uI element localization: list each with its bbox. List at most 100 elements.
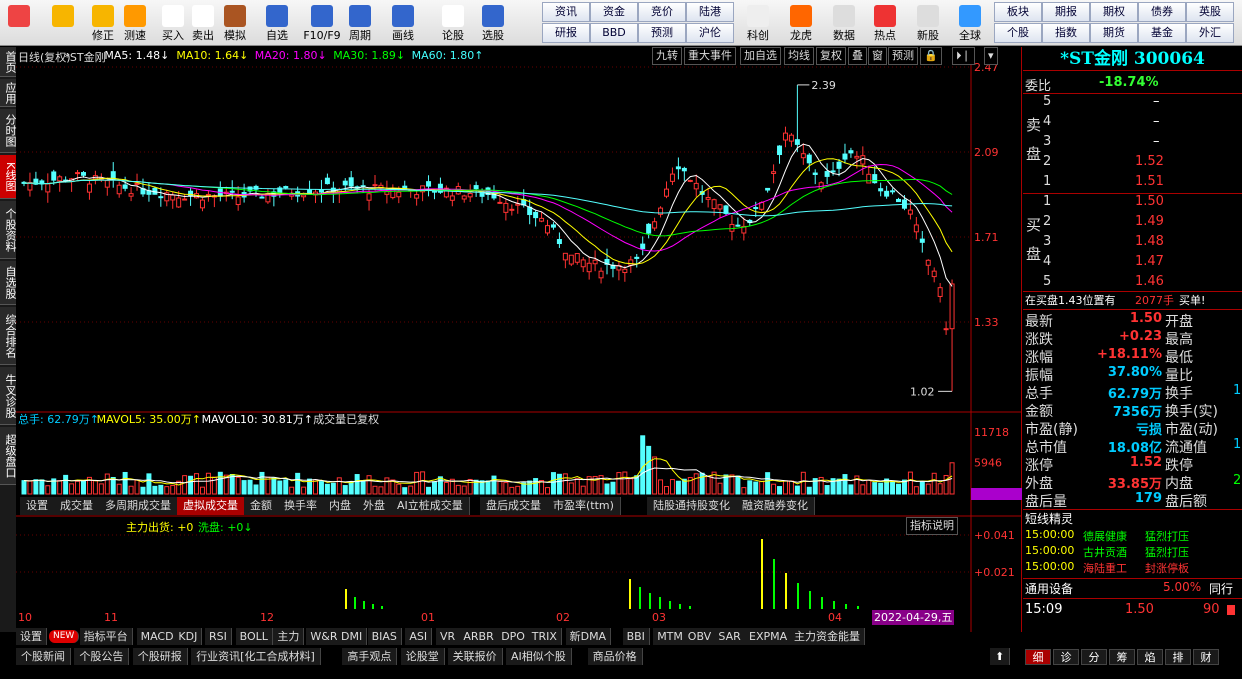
star-tool-button[interactable]: 自选 [262,2,292,44]
left-tab[interactable]: 应用 [0,79,17,107]
sell-level-price[interactable]: 1.51 [1135,174,1164,189]
kline-chart-panel[interactable]: 2.472.091.711.332.391.02117185946524.7+0… [16,47,1022,632]
indicator-tab[interactable]: ASI [405,628,433,645]
volume-indicator-tab[interactable]: 融资融券变化 [736,497,815,515]
news-tab[interactable]: 行业资讯[化工合成材料] [191,648,321,665]
volume-indicator-tab[interactable]: 盘后成交量 [480,497,548,515]
left-tab[interactable]: 分时图 [0,109,17,153]
indicator-tab[interactable]: BBI [622,628,650,645]
quote-bottom-tab[interactable]: 焰 [1137,649,1163,665]
pencil-tool-button[interactable]: 画线 [388,2,418,44]
indicator-tab[interactable]: DPO [497,628,530,645]
quick-link-button[interactable]: 竞价 [638,2,686,22]
market-link-button[interactable]: 债券 [1138,2,1186,22]
indicator-tab[interactable]: VR [436,628,461,645]
market-link-button[interactable]: 指数 [1042,23,1090,43]
buy-level-price[interactable]: 1.49 [1135,214,1164,229]
market-link-button[interactable]: 板块 [994,2,1042,22]
quick-link-button[interactable]: 资讯 [542,2,590,22]
indicator-tab[interactable]: BIAS [367,628,402,645]
market-link-button[interactable]: 基金 [1138,23,1186,43]
news-tab[interactable]: 个股研报 [132,648,188,665]
f10-tool-button[interactable]: F10/F9 [300,2,344,44]
quick-link-button[interactable]: 预测 [638,23,686,43]
hammer-tool-button[interactable]: 模拟 [220,2,250,44]
buy-level-price[interactable]: 1.48 [1135,234,1164,249]
indicator-tab[interactable]: MTM [653,628,688,645]
chart-header-button[interactable]: 九转 [652,47,682,65]
quick-link-button[interactable]: 资金 [590,2,638,22]
ipo-tool-button[interactable]: 新股 [910,2,946,44]
news-tab[interactable]: 个股公告 [74,648,130,665]
left-tab[interactable]: 个股资料 [0,201,17,259]
up-arrow-tool-button[interactable]: 修正 [88,2,118,44]
quick-link-button[interactable]: BBD [590,23,638,43]
kline-svg[interactable]: 2.472.091.711.332.391.02117185946524.7+0… [16,47,1022,632]
quick-link-button[interactable]: 研报 [542,23,590,43]
sell-level-price[interactable]: 1.52 [1135,154,1164,169]
market-link-button[interactable]: 个股 [994,23,1042,43]
collapse-up-icon[interactable]: ⬆ [990,648,1011,665]
indicator-tab[interactable]: 设置 [16,628,47,645]
chart-header-button[interactable]: ⏵❘ [952,47,975,65]
indicator-tab[interactable]: DMI [337,628,368,645]
chart-header-button[interactable]: 均线 [784,47,814,65]
volume-indicator-tab[interactable]: 陆股通持股变化 [647,497,737,515]
indicator-explain-button[interactable]: 指标说明 [906,517,958,535]
kc-tool-button[interactable]: 科创 [740,2,776,44]
quote-bottom-tab[interactable]: 筹 [1109,649,1135,665]
indicator-tab[interactable]: BOLL [235,628,273,645]
buy-level-price[interactable]: 1.46 [1135,274,1164,289]
clock-tool-button[interactable]: 测速 [120,2,150,44]
hot-tool-button[interactable]: 热点 [867,2,903,44]
elves-stock[interactable]: 海陆重工 [1083,560,1127,576]
market-link-button[interactable]: 期报 [1042,2,1090,22]
volume-indicator-tab[interactable]: 内盘 [323,497,358,515]
buy-level-price[interactable]: 1.47 [1135,254,1164,269]
left-tab[interactable]: 综合排名 [0,307,17,365]
indicator-tab[interactable]: RSI [205,628,232,645]
quote-bottom-tab[interactable]: 财 [1193,649,1219,665]
volume-indicator-tab[interactable]: 市盈率(ttm) [547,497,621,515]
elves-stock[interactable]: 古井贡酒 [1083,544,1127,560]
volume-indicator-tab[interactable]: 成交量 [54,497,100,515]
indicator-tab[interactable]: KDJ [174,628,203,645]
buy-level-price[interactable]: 1.50 [1135,194,1164,209]
chart-header-button[interactable]: ▾ [984,47,998,65]
pe-tool-button[interactable]: 数据 [826,2,862,44]
elves-stock[interactable]: 德展健康 [1083,528,1127,544]
chart-header-button[interactable]: 加自选 [740,47,781,65]
quick-link-button[interactable]: 陆港 [686,2,734,22]
quote-bottom-tab[interactable]: 分 [1081,649,1107,665]
market-link-button[interactable]: 期权 [1090,2,1138,22]
indicator-tab[interactable]: 主力 [273,628,305,645]
chart-header-button[interactable]: 预测 [888,47,918,65]
volume-indicator-tab[interactable]: 多周期成交量 [99,497,178,515]
discuss-tool-button[interactable]: 论股 [438,2,468,44]
left-tab[interactable]: 首页 [0,47,17,77]
indicator-tab[interactable]: 主力资金能量 [790,628,865,645]
news-tab[interactable]: 论股堂 [400,648,445,665]
grid-tool-button[interactable] [4,2,34,44]
volume-indicator-tab[interactable]: 外盘 [357,497,392,515]
news-tab[interactable]: 商品价格 [587,648,643,665]
chart-header-button[interactable]: 🔒 [920,47,942,65]
indicator-tab[interactable]: 指标平台 [79,628,133,645]
news-tab[interactable]: 高手观点 [342,648,398,665]
left-tab[interactable]: 自选股 [0,261,17,305]
news-tab[interactable]: 关联报价 [447,648,503,665]
period-tool-button[interactable]: 周期 [345,2,375,44]
market-link-button[interactable]: 英股 [1186,2,1234,22]
quote-bottom-tab[interactable]: 诊 [1053,649,1079,665]
quote-bottom-tab[interactable]: 细 [1025,649,1051,665]
news-tab[interactable]: 个股新闻 [16,648,71,665]
indicator-tab[interactable]: EXPMA [745,628,793,645]
chart-header-button[interactable]: 复权 [816,47,846,65]
globe-tool-button[interactable]: 全球 [952,2,988,44]
volume-indicator-tab[interactable]: 换手率 [278,497,324,515]
screen-tool-button[interactable]: 选股 [478,2,508,44]
volume-indicator-tab[interactable]: 金额 [244,497,279,515]
market-link-button[interactable]: 期货 [1090,23,1138,43]
sell-tool-button[interactable]: 卖出 [188,2,218,44]
quote-bottom-tab[interactable]: 排 [1165,649,1191,665]
